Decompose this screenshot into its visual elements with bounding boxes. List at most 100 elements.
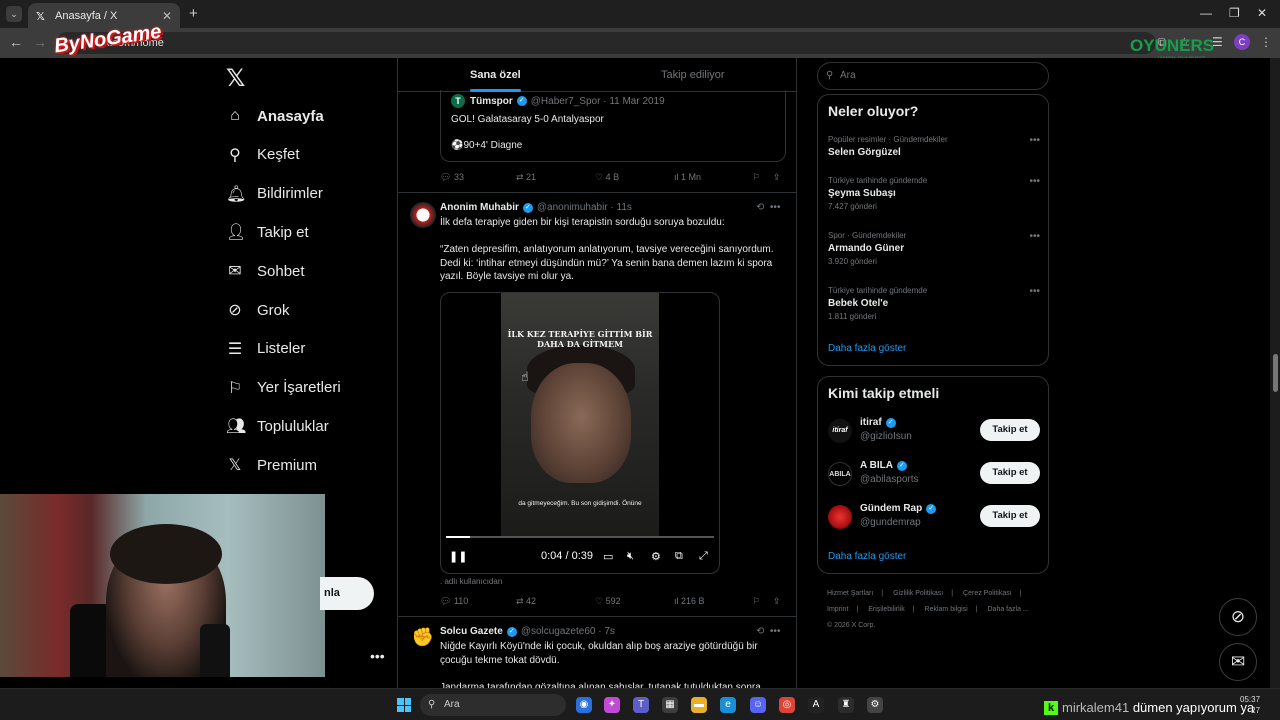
video-progress-bar[interactable]: [446, 536, 714, 538]
video-source-attribution[interactable]: . adlı kullanıcıdan: [440, 577, 502, 586]
sidebar-item-6[interactable]: ☰ Listeler: [226, 337, 306, 361]
follow-suggestion[interactable]: itiraf itiraf ✓ @gizlioIsun Takip et: [828, 417, 1040, 447]
post-button[interactable]: nla: [320, 577, 374, 610]
quoted-tweet[interactable]: T Tümspor ✓ @Haber7_Spor · 11 Mar 2019 G…: [440, 90, 786, 162]
scrollbar-thumb[interactable]: [1273, 354, 1278, 392]
app-icon[interactable]: ⚙: [867, 697, 883, 713]
sidebar-item-7[interactable]: ⚐ Yer İşaretleri: [226, 376, 341, 400]
tweet-author-handle[interactable]: @solcugazete60: [521, 626, 596, 637]
bookmark-icon[interactable]: ⚐: [752, 596, 760, 607]
tweet-author-handle[interactable]: @anonimuhabir: [537, 202, 608, 213]
trend-item[interactable]: Spor · Gündemdekiler Armando Güner 3.920…: [828, 231, 1040, 266]
discord-icon[interactable]: ☺: [750, 697, 766, 713]
settings-gear-icon[interactable]: ⚙: [651, 550, 661, 563]
search-input[interactable]: ⚲ Ara: [817, 62, 1049, 90]
footer-link[interactable]: Çerez Politikası: [963, 590, 1012, 597]
sidebar-item-3[interactable]: 👤︎ Takip et: [226, 220, 309, 244]
file-explorer-icon[interactable]: ▬: [691, 697, 707, 713]
back-icon[interactable]: ←: [9, 34, 23, 50]
close-window-icon[interactable]: ✕: [1257, 6, 1267, 20]
edge-icon[interactable]: e: [720, 697, 736, 713]
tab-close-icon[interactable]: ✕: [162, 9, 172, 23]
sidebar-item-5[interactable]: ⊘ Grok: [226, 298, 289, 322]
new-tab-icon[interactable]: +: [189, 5, 198, 22]
solcu-gazete-avatar[interactable]: ✊: [410, 624, 436, 650]
footer-link[interactable]: Gizlilik Politikası: [893, 590, 943, 597]
follow-suggestion[interactable]: ABILA A BILA ✓ @abilasports Takip et: [828, 460, 1040, 490]
chrome-icon[interactable]: ◎: [779, 697, 795, 713]
share-icon[interactable]: ⇪: [773, 596, 781, 607]
more-dots-icon[interactable]: •••: [1029, 176, 1040, 187]
views-button[interactable]: ıl 1 Mn: [674, 172, 701, 182]
more-dots-icon[interactable]: •••: [1029, 135, 1040, 146]
sidebar-item-1[interactable]: ⚲ Keşfet: [226, 143, 299, 167]
tweet-author-name[interactable]: Solcu Gazete: [440, 626, 503, 637]
reply-button[interactable]: 💬︎ 33: [440, 172, 464, 183]
footer-link[interactable]: Imprint: [827, 606, 848, 613]
store-icon[interactable]: ▦: [662, 697, 678, 713]
footer-link[interactable]: Daha fazla ...: [988, 606, 1029, 613]
follow-button[interactable]: Takip et: [980, 505, 1040, 527]
more-dots-icon[interactable]: •••: [1029, 231, 1040, 242]
taskbar-search[interactable]: ⚲ Ara: [420, 694, 566, 716]
follow-button[interactable]: Takip et: [980, 462, 1040, 484]
tweet-more-icons[interactable]: ⟲ •••: [756, 202, 780, 213]
menu-icon[interactable]: ⋮: [1260, 35, 1272, 49]
trend-item[interactable]: Popüler resimler · Gündemdekiler Selen G…: [828, 135, 1040, 158]
tab-for-you[interactable]: Sana özel: [470, 69, 521, 92]
video-player[interactable]: İLK KEZ TERAPİYE GİTTİM BİR DAHA DA GİTM…: [440, 292, 720, 574]
minimize-icon[interactable]: —: [1200, 6, 1212, 20]
account-menu-dots-icon[interactable]: •••: [370, 648, 385, 664]
tweet-author-name[interactable]: Anonim Muhabir: [440, 202, 519, 213]
like-button[interactable]: ♡ 4 B: [595, 172, 619, 183]
taskview-icon[interactable]: ◉: [576, 697, 592, 713]
windows-start-icon[interactable]: [397, 698, 411, 712]
tweet-time[interactable]: 7s: [604, 626, 615, 637]
footer-link[interactable]: Erişilebilirlik: [868, 606, 905, 613]
repost-button[interactable]: ⇄ 42: [516, 596, 536, 607]
app-icon[interactable]: A: [808, 697, 824, 713]
captions-icon[interactable]: ▭: [603, 550, 613, 563]
follow-button[interactable]: Takip et: [980, 419, 1040, 441]
app-icon[interactable]: ♜: [838, 697, 854, 713]
sidebar-item-9[interactable]: 𝕏 Premium: [226, 453, 317, 477]
x-home-logo-icon[interactable]: 𝕏: [226, 64, 245, 93]
sidebar-item-4[interactable]: ✉ Sohbet: [226, 259, 304, 283]
bookmark-icon[interactable]: ⚐: [752, 172, 760, 183]
page-scrollbar[interactable]: [1270, 58, 1280, 688]
sidebar-item-0[interactable]: ⌂ Anasayfa: [226, 104, 324, 128]
suggestion-name-text: itiraf: [860, 417, 882, 428]
reply-button[interactable]: 💬︎ 110: [440, 596, 468, 607]
repost-button[interactable]: ⇄ 21: [516, 172, 536, 183]
picture-in-picture-icon[interactable]: ⧉: [675, 550, 683, 563]
footer-link[interactable]: Hizmet Şartları: [827, 590, 873, 597]
tab-search-icon[interactable]: ⌄: [6, 6, 22, 22]
follow-suggestion[interactable]: Gündem Rap ✓ @gundemrap Takip et: [828, 503, 1040, 533]
more-dots-icon[interactable]: •••: [1029, 286, 1040, 297]
teams-icon[interactable]: T: [633, 697, 649, 713]
footer-link[interactable]: Reklam bilgisi: [925, 606, 968, 613]
fullscreen-icon[interactable]: ⤢: [699, 550, 708, 563]
like-button[interactable]: ♡ 592: [595, 596, 621, 607]
profile-avatar[interactable]: C: [1234, 34, 1250, 50]
pause-icon[interactable]: ❚❚: [449, 550, 467, 563]
address-bar[interactable]: x.com/home: [56, 32, 1156, 54]
forward-icon[interactable]: →: [33, 34, 47, 50]
trend-item[interactable]: Türkiye tarihinde gündemde Bebek Otel'e …: [828, 286, 1040, 321]
copilot-icon[interactable]: ✦: [604, 697, 620, 713]
trend-item[interactable]: Türkiye tarihinde gündemde Şeyma Subaşı …: [828, 176, 1040, 211]
views-button[interactable]: ıl 216 B: [674, 596, 705, 606]
maximize-icon[interactable]: ❐: [1229, 6, 1240, 20]
anonim-muhabir-avatar[interactable]: [410, 202, 436, 228]
tweet-more-icons[interactable]: ⟲ •••: [756, 626, 780, 637]
messages-fab-icon[interactable]: ✉: [1219, 643, 1257, 681]
who-show-more-link[interactable]: Daha fazla göster: [828, 551, 906, 562]
sidebar-item-2[interactable]: 🔔︎ Bildirimler: [226, 182, 323, 206]
share-icon[interactable]: ⇪: [773, 172, 781, 183]
tab-following[interactable]: Takip ediliyor: [661, 69, 725, 81]
trends-show-more-link[interactable]: Daha fazla göster: [828, 343, 906, 354]
sidebar-item-8[interactable]: 👥︎ Topluluklar: [226, 414, 329, 438]
tweet-time[interactable]: 11s: [617, 202, 632, 213]
volume-icon[interactable]: 🔇︎: [627, 550, 634, 563]
grok-fab-icon[interactable]: ⊘: [1219, 598, 1257, 636]
